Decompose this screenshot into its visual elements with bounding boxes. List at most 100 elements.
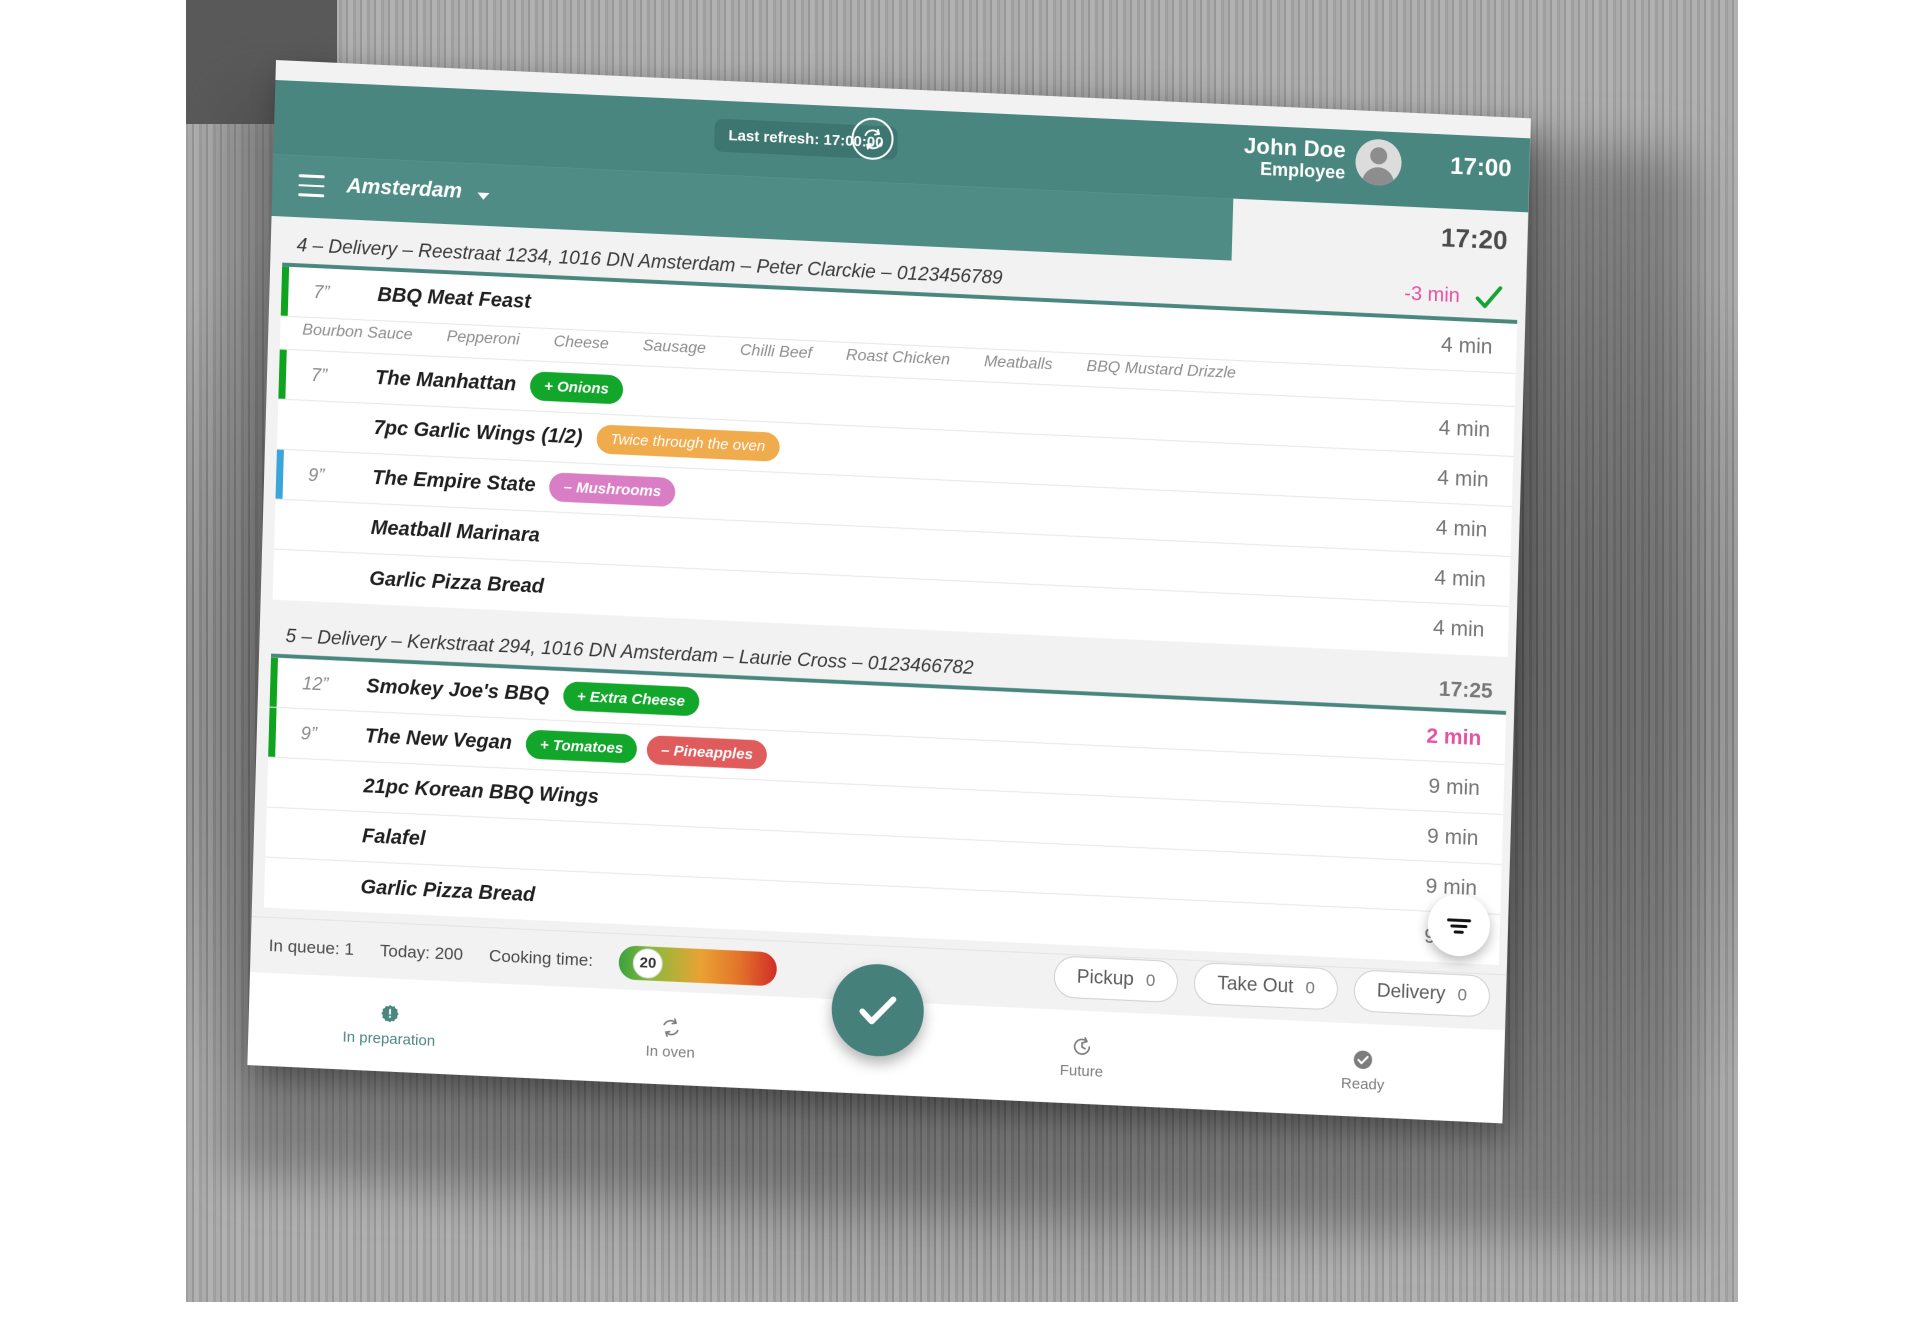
item-name: Garlic Pizza Bread: [360, 875, 536, 906]
order-type-pill-take-out[interactable]: Take Out 0: [1193, 961, 1339, 1011]
user-name: John Doe: [1243, 133, 1347, 163]
orders-list[interactable]: 4 – Delivery – Reestraat 1234, 1016 DN A…: [251, 216, 1527, 975]
order-card[interactable]: 4 – Delivery – Reestraat 1234, 1016 DN A…: [261, 216, 1527, 657]
item-status-bar: [268, 707, 277, 757]
item-size: [283, 883, 361, 887]
item-status-bar: [273, 550, 281, 600]
today-stat: Today: 200: [379, 940, 464, 964]
order-eta: 17:25: [1438, 677, 1493, 704]
item-modifier-tag: – Mushrooms: [549, 472, 676, 508]
in-queue-stat: In queue: 1: [268, 935, 355, 959]
item-modifier-tag: + Tomatoes: [525, 729, 638, 764]
check-icon: [858, 996, 896, 1025]
item-modifiers: Twice through the oven: [596, 424, 780, 462]
pill-label: Delivery: [1376, 980, 1446, 1005]
pill-count: 0: [1457, 985, 1468, 1005]
item-remaining-time: 2 min: [1426, 723, 1482, 750]
nav-tab-label: Ready: [1340, 1074, 1385, 1094]
item-status-bar: [277, 400, 285, 449]
order-card[interactable]: 5 – Delivery – Kerkstraat 294, 1016 DN A…: [252, 613, 1515, 965]
item-modifiers: + Onions: [529, 371, 624, 405]
app-screen: Last refresh: 17:00:00 John Doe Employee: [247, 60, 1531, 1124]
item-name: 7pc Garlic Wings (1/2): [373, 417, 583, 449]
nav-tab-label: In oven: [645, 1041, 696, 1062]
item-remaining-time: 4 min: [1434, 565, 1487, 592]
cooking-time-slider[interactable]: 20: [618, 944, 778, 986]
refresh-cycle-icon: [660, 1016, 683, 1039]
item-name: 21pc Korean BBQ Wings: [363, 775, 600, 808]
item-status-bar: [265, 808, 273, 857]
nav-tab-label: Future: [1059, 1061, 1104, 1081]
cooking-time-label: Cooking time:: [488, 945, 594, 970]
nav-tab-label: In preparation: [342, 1027, 436, 1050]
item-size: [285, 783, 363, 787]
ingredient-label: Cheese: [553, 333, 610, 353]
user-block[interactable]: John Doe Employee: [1243, 133, 1403, 187]
filter-icon: [1447, 918, 1472, 934]
item-name: Garlic Pizza Bread: [369, 567, 545, 598]
item-remaining-time: 4 min: [1435, 515, 1488, 542]
user-role: Employee: [1259, 159, 1346, 184]
nav-tab-ready[interactable]: Ready: [1222, 1042, 1505, 1099]
item-status-bar: [278, 349, 287, 399]
item-name: BBQ Meat Feast: [377, 284, 532, 314]
pill-count: 0: [1145, 970, 1156, 991]
item-name: The Empire State: [371, 467, 536, 497]
order-status: -3 min: [1404, 279, 1504, 314]
order-type-pill-pickup[interactable]: Pickup 0: [1053, 955, 1179, 1004]
item-status-bar: [267, 758, 275, 807]
item-size: [293, 525, 371, 529]
item-size: 9”: [300, 723, 318, 744]
item-modifier-tag: Twice through the oven: [596, 424, 780, 462]
item-size: 7”: [310, 365, 328, 386]
item-modifiers: + Extra Cheese: [562, 681, 700, 717]
item-remaining-time: 9 min: [1426, 823, 1479, 850]
app-bar-clock: 17:20: [1440, 222, 1508, 256]
item-modifier-tag: – Pineapples: [646, 735, 768, 770]
nav-tab-in-preparation[interactable]: In preparation: [248, 997, 531, 1054]
item-modifiers: – Mushrooms: [549, 472, 676, 508]
check-icon[interactable]: [1473, 282, 1504, 313]
order-eta: -3 min: [1403, 282, 1461, 307]
user-names: John Doe Employee: [1243, 133, 1347, 184]
pill-label: Pickup: [1076, 966, 1135, 991]
item-size: [296, 425, 374, 429]
item-modifiers: + Tomatoes – Pineapples: [525, 729, 768, 770]
item-modifier-tag: + Extra Cheese: [562, 681, 700, 717]
ingredient-label: BBQ Mustard Drizzle: [1086, 358, 1237, 382]
item-remaining-time: 4 min: [1438, 415, 1491, 442]
clock-arrow-icon: [1071, 1035, 1094, 1058]
location-label[interactable]: Amsterdam: [346, 174, 462, 203]
item-size: 7”: [313, 282, 330, 303]
item-name: Smokey Joe's BBQ: [365, 675, 550, 706]
item-status-bar: [264, 858, 272, 908]
background-white-left: [0, 0, 186, 1318]
user-avatar-icon: [1354, 138, 1403, 187]
check-circle-icon: [1352, 1048, 1375, 1071]
order-status: 17:25: [1439, 678, 1493, 704]
item-modifier-tag: + Onions: [529, 371, 624, 405]
background-white-bottom: [0, 1302, 1920, 1318]
ingredient-label: Bourbon Sauce: [302, 321, 413, 344]
nav-tab-future[interactable]: Future: [941, 1029, 1224, 1086]
gear-alert-icon: [378, 1003, 401, 1026]
nav-tab-in-oven[interactable]: In oven: [529, 1010, 812, 1067]
item-size: [291, 575, 369, 579]
item-name: The Manhattan: [374, 367, 517, 396]
background-white-right: [1738, 0, 1920, 1318]
ingredient-label: Roast Chicken: [845, 346, 951, 369]
order-type-pill-delivery[interactable]: Delivery 0: [1353, 969, 1491, 1018]
item-name: Meatball Marinara: [370, 517, 541, 547]
cooking-time-value[interactable]: 20: [632, 947, 664, 979]
status-bar-clock: 17:00: [1449, 152, 1512, 183]
item-remaining-time: 4 min: [1440, 332, 1493, 359]
refresh-glyph: [864, 128, 882, 150]
item-remaining-time: 9 min: [1428, 773, 1481, 800]
item-name: The New Vegan: [364, 725, 513, 754]
item-status-bar: [274, 500, 282, 549]
ingredient-label: Pepperoni: [446, 328, 520, 349]
screenshot-stage: Last refresh: 17:00:00 John Doe Employee: [0, 0, 1920, 1318]
ingredient-label: Chilli Beef: [739, 341, 813, 363]
chevron-down-icon[interactable]: [477, 192, 490, 201]
hamburger-menu-icon[interactable]: [298, 174, 325, 198]
